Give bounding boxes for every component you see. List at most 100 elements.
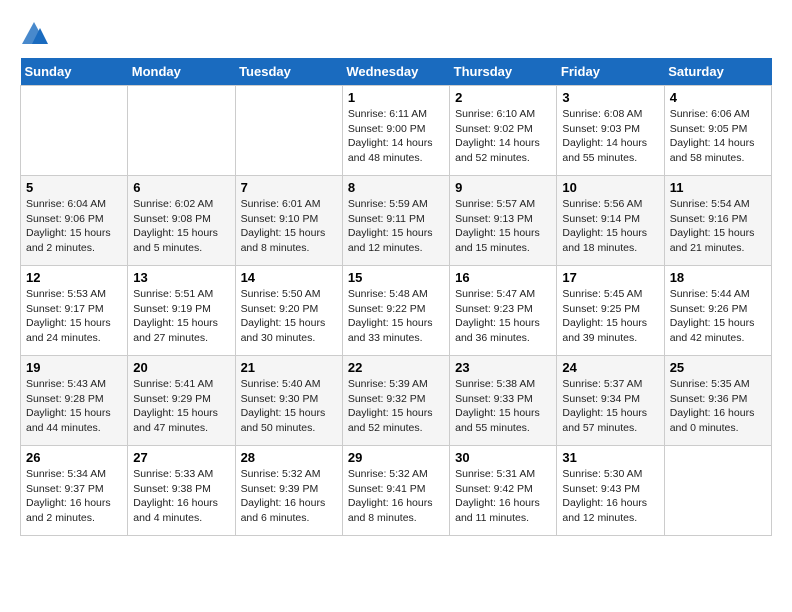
calendar-week-1: 1Sunrise: 6:11 AM Sunset: 9:00 PM Daylig… [21,86,772,176]
calendar-cell: 11 Sunrise: 5:54 AM Sunset: 9:16 PM Dayli… [664,176,771,266]
day-info: Sunrise: 5:50 AM Sunset: 9:20 PM Dayligh… [241,287,337,346]
day-info: Sunrise: 5:31 AM Sunset: 9:42 PM Dayligh… [455,467,551,526]
calendar-cell: 29Sunrise: 5:32 AM Sunset: 9:41 PM Dayli… [342,446,449,536]
day-info: Sunrise: 5:30 AM Sunset: 9:43 PM Dayligh… [562,467,658,526]
day-info: Sunrise: 5:38 AM Sunset: 9:33 PM Dayligh… [455,377,551,436]
calendar-cell: 30 Sunrise: 5:31 AM Sunset: 9:42 PM Dayli… [450,446,557,536]
calendar-cell: 25Sunrise: 5:35 AM Sunset: 9:36 PM Dayli… [664,356,771,446]
day-number: 10 [562,180,658,195]
day-number: 5 [26,180,122,195]
calendar-week-2: 5 Sunrise: 6:04 AM Sunset: 9:06 PM Daylig… [21,176,772,266]
calendar-table: SundayMondayTuesdayWednesdayThursdayFrid… [20,58,772,536]
calendar-cell: 12Sunrise: 5:53 AM Sunset: 9:17 PM Dayli… [21,266,128,356]
dow-header-wednesday: Wednesday [342,58,449,86]
page-header [20,20,772,48]
calendar-week-4: 19Sunrise: 5:43 AM Sunset: 9:28 PM Dayli… [21,356,772,446]
day-number: 15 [348,270,444,285]
day-number: 31 [562,450,658,465]
day-info: Sunrise: 5:44 AM Sunset: 9:26 PM Dayligh… [670,287,766,346]
day-info: Sunrise: 6:04 AM Sunset: 9:06 PM Dayligh… [26,197,122,256]
calendar-cell: 18 Sunrise: 5:44 AM Sunset: 9:26 PM Dayli… [664,266,771,356]
calendar-cell: 14 Sunrise: 5:50 AM Sunset: 9:20 PM Dayli… [235,266,342,356]
day-info: Sunrise: 5:47 AM Sunset: 9:23 PM Dayligh… [455,287,551,346]
day-number: 17 [562,270,658,285]
day-number: 24 [562,360,658,375]
day-number: 20 [133,360,229,375]
day-number: 3 [562,90,658,105]
calendar-cell: 15 Sunrise: 5:48 AM Sunset: 9:22 PM Dayli… [342,266,449,356]
day-number: 22 [348,360,444,375]
day-info: Sunrise: 5:32 AM Sunset: 9:39 PM Dayligh… [241,467,337,526]
calendar-cell: 8 Sunrise: 5:59 AM Sunset: 9:11 PM Daylig… [342,176,449,266]
calendar-cell [235,86,342,176]
day-info: Sunrise: 6:06 AM Sunset: 9:05 PM Dayligh… [670,107,766,166]
calendar-cell: 3Sunrise: 6:08 AM Sunset: 9:03 PM Daylig… [557,86,664,176]
day-number: 30 [455,450,551,465]
calendar-week-5: 26 Sunrise: 5:34 AM Sunset: 9:37 PM Dayli… [21,446,772,536]
day-info: Sunrise: 5:59 AM Sunset: 9:11 PM Dayligh… [348,197,444,256]
day-number: 26 [26,450,122,465]
calendar-cell: 2 Sunrise: 6:10 AM Sunset: 9:02 PM Daylig… [450,86,557,176]
day-info: Sunrise: 6:10 AM Sunset: 9:02 PM Dayligh… [455,107,551,166]
day-number: 27 [133,450,229,465]
day-number: 21 [241,360,337,375]
day-info: Sunrise: 5:53 AM Sunset: 9:17 PM Dayligh… [26,287,122,346]
calendar-cell: 5 Sunrise: 6:04 AM Sunset: 9:06 PM Daylig… [21,176,128,266]
day-info: Sunrise: 5:45 AM Sunset: 9:25 PM Dayligh… [562,287,658,346]
day-info: Sunrise: 5:56 AM Sunset: 9:14 PM Dayligh… [562,197,658,256]
day-number: 16 [455,270,551,285]
day-number: 7 [241,180,337,195]
day-number: 2 [455,90,551,105]
day-info: Sunrise: 5:37 AM Sunset: 9:34 PM Dayligh… [562,377,658,436]
dow-header-tuesday: Tuesday [235,58,342,86]
calendar-cell: 9 Sunrise: 5:57 AM Sunset: 9:13 PM Daylig… [450,176,557,266]
day-info: Sunrise: 5:34 AM Sunset: 9:37 PM Dayligh… [26,467,122,526]
day-number: 19 [26,360,122,375]
calendar-cell: 20 Sunrise: 5:41 AM Sunset: 9:29 PM Dayli… [128,356,235,446]
day-info: Sunrise: 5:40 AM Sunset: 9:30 PM Dayligh… [241,377,337,436]
calendar-cell: 24 Sunrise: 5:37 AM Sunset: 9:34 PM Dayli… [557,356,664,446]
day-info: Sunrise: 5:57 AM Sunset: 9:13 PM Dayligh… [455,197,551,256]
day-number: 9 [455,180,551,195]
day-info: Sunrise: 6:01 AM Sunset: 9:10 PM Dayligh… [241,197,337,256]
logo [20,20,52,48]
calendar-cell: 4 Sunrise: 6:06 AM Sunset: 9:05 PM Daylig… [664,86,771,176]
day-number: 29 [348,450,444,465]
calendar-cell: 7 Sunrise: 6:01 AM Sunset: 9:10 PM Daylig… [235,176,342,266]
calendar-cell: 31 Sunrise: 5:30 AM Sunset: 9:43 PM Dayli… [557,446,664,536]
day-number: 28 [241,450,337,465]
calendar-cell: 21 Sunrise: 5:40 AM Sunset: 9:30 PM Dayli… [235,356,342,446]
calendar-cell: 22 Sunrise: 5:39 AM Sunset: 9:32 PM Dayli… [342,356,449,446]
day-number: 25 [670,360,766,375]
calendar-cell: 23Sunrise: 5:38 AM Sunset: 9:33 PM Dayli… [450,356,557,446]
calendar-cell: 28 Sunrise: 5:32 AM Sunset: 9:39 PM Dayli… [235,446,342,536]
calendar-cell: 6 Sunrise: 6:02 AM Sunset: 9:08 PM Daylig… [128,176,235,266]
calendar-cell [128,86,235,176]
logo-icon [20,20,48,48]
dow-header-friday: Friday [557,58,664,86]
day-number: 11 [670,180,766,195]
day-info: Sunrise: 5:54 AM Sunset: 9:16 PM Dayligh… [670,197,766,256]
day-number: 4 [670,90,766,105]
day-info: Sunrise: 6:02 AM Sunset: 9:08 PM Dayligh… [133,197,229,256]
day-number: 13 [133,270,229,285]
day-number: 6 [133,180,229,195]
dow-header-monday: Monday [128,58,235,86]
day-info: Sunrise: 6:11 AM Sunset: 9:00 PM Dayligh… [348,107,444,166]
calendar-cell: 26 Sunrise: 5:34 AM Sunset: 9:37 PM Dayli… [21,446,128,536]
day-number: 8 [348,180,444,195]
dow-header-saturday: Saturday [664,58,771,86]
calendar-cell: 10 Sunrise: 5:56 AM Sunset: 9:14 PM Dayli… [557,176,664,266]
day-info: Sunrise: 5:48 AM Sunset: 9:22 PM Dayligh… [348,287,444,346]
dow-header-thursday: Thursday [450,58,557,86]
calendar-cell [664,446,771,536]
dow-header-sunday: Sunday [21,58,128,86]
day-info: Sunrise: 5:41 AM Sunset: 9:29 PM Dayligh… [133,377,229,436]
day-number: 18 [670,270,766,285]
calendar-cell [21,86,128,176]
day-number: 14 [241,270,337,285]
calendar-cell: 19Sunrise: 5:43 AM Sunset: 9:28 PM Dayli… [21,356,128,446]
calendar-week-3: 12Sunrise: 5:53 AM Sunset: 9:17 PM Dayli… [21,266,772,356]
calendar-cell: 16 Sunrise: 5:47 AM Sunset: 9:23 PM Dayli… [450,266,557,356]
day-info: Sunrise: 5:39 AM Sunset: 9:32 PM Dayligh… [348,377,444,436]
